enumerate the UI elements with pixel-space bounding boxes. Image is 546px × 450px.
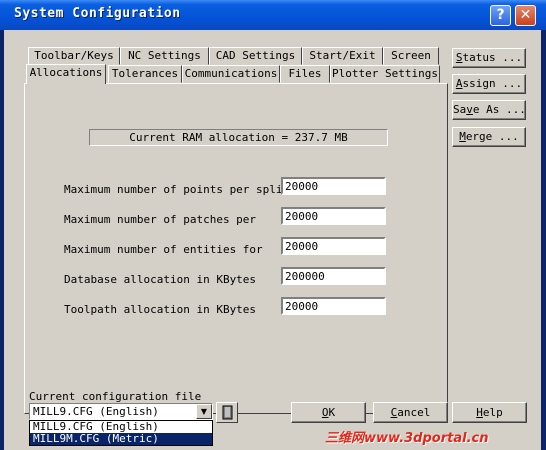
points-per-spline-input[interactable] [281,177,386,195]
config-file-select[interactable]: MILL9.CFG (English) ▼ [29,403,213,420]
status-button[interactable]: Status ... [452,48,526,68]
tab-allocations[interactable]: Allocations [26,64,106,84]
merge-button[interactable]: Merge ... [452,127,526,147]
ram-allocation-readout: Current RAM allocation = 237.7 MB [89,129,388,146]
tab-cad-settings[interactable]: CAD Settings [209,47,302,65]
book-icon [222,405,233,420]
merge-button-key: M [459,130,466,143]
param-label-points-per-spline: Maximum number of points per spline [64,183,296,196]
save-as-button-prefix: Sa [453,103,467,116]
help-button[interactable]: Help [452,402,527,423]
chevron-down-icon[interactable]: ▼ [196,404,212,419]
ok-button-label: K [328,406,336,419]
watermark-text: 三维网www.3dportal.cn [325,431,489,446]
merge-button-label: erge ... [465,130,519,143]
tab-screen[interactable]: Screen [383,47,439,65]
param-label-toolpath-allocation: Toolpath allocation in KBytes [64,303,257,316]
entities-for-input[interactable] [281,237,386,255]
cancel-button[interactable]: Cancel [373,402,448,423]
config-file-value: MILL9.CFG (English) [33,405,159,418]
tab-nc-settings[interactable]: NC Settings [120,47,209,65]
assign-button[interactable]: Assign ... [452,74,526,94]
save-as-button-label: e As ... [472,103,526,116]
help-icon[interactable]: ? [490,5,511,26]
save-as-button[interactable]: Save As ... [452,100,526,120]
system-configuration-window: System Configuration ? ✕ Toolbar/Keys NC… [0,0,546,450]
tab-files[interactable]: Files [280,65,330,83]
config-file-dropdown: MILL9.CFG (English) MILL9M.CFG (Metric) [29,420,213,446]
param-label-patches-per: Maximum number of patches per [64,213,257,226]
status-button-label: tatus ... [462,51,523,64]
status-button-key: S [455,51,463,64]
assign-button-label: ssign ... [462,77,523,90]
tab-start-exit[interactable]: Start/Exit [302,47,383,65]
window-title: System Configuration [14,6,181,21]
help-button-key: H [476,406,483,419]
close-icon[interactable]: ✕ [515,5,536,26]
patches-per-input[interactable] [281,207,386,225]
title-bar[interactable]: System Configuration ? ✕ [0,0,546,30]
ok-button-key: O [321,406,329,419]
toolpath-allocation-input[interactable] [281,297,386,315]
tab-plotter-settings[interactable]: Plotter Settings [330,65,440,83]
tab-toolbar-keys[interactable]: Toolbar/Keys [28,47,120,65]
browse-config-button[interactable] [216,402,238,423]
save-as-button-key: v [466,103,473,116]
assign-button-key: A [455,77,463,90]
param-label-entities-for: Maximum number of entities for [64,243,263,256]
config-option-metric[interactable]: MILL9M.CFG (Metric) [30,433,212,445]
param-label-database-allocation: Database allocation in KBytes [64,273,257,286]
cancel-button-label: ancel [397,406,431,419]
dialog-client: Toolbar/Keys NC Settings CAD Settings St… [4,30,541,450]
tab-communications[interactable]: Communications [182,65,280,83]
allocations-panel: Current RAM allocation = 237.7 MB Maximu… [24,83,448,414]
help-button-label: elp [482,406,503,419]
tab-tolerances[interactable]: Tolerances [108,65,182,83]
database-allocation-input[interactable] [281,267,386,285]
ok-button[interactable]: OK [291,402,366,423]
config-file-label: Current configuration file [29,390,202,403]
